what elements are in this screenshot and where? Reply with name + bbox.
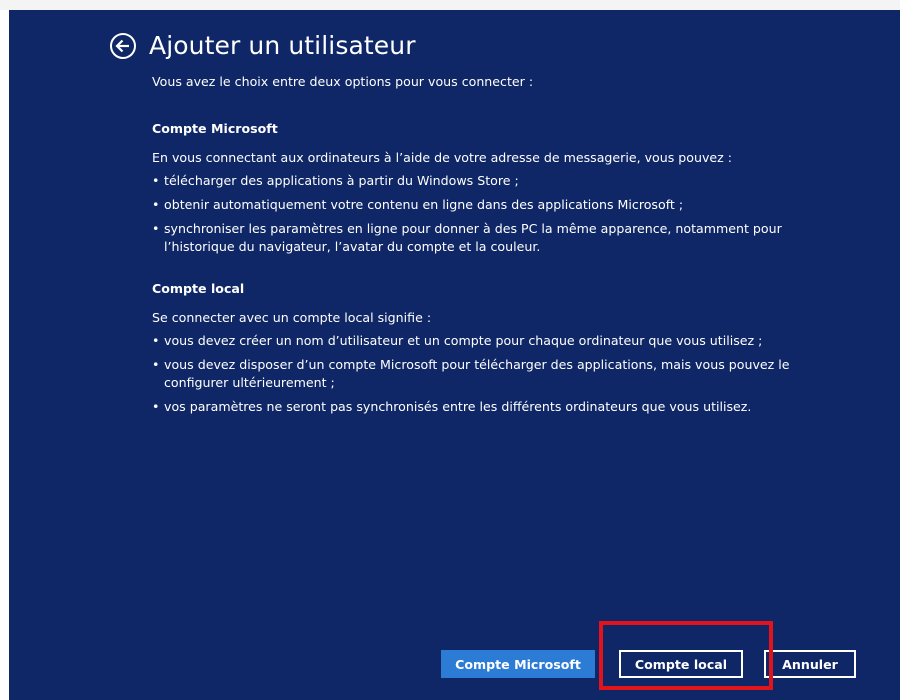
list-item: vos paramètres ne seront pas synchronisé… bbox=[152, 398, 852, 416]
bullet-list: vous devez créer un nom d’utilisateur et… bbox=[152, 332, 852, 416]
list-item: vous devez disposer d’un compte Microsof… bbox=[152, 356, 852, 392]
cancel-button[interactable]: Annuler bbox=[764, 650, 856, 678]
section-description: Se connecter avec un compte local signif… bbox=[152, 310, 432, 325]
top-strip bbox=[0, 0, 900, 10]
list-item: synchroniser les paramètres en ligne pou… bbox=[152, 220, 852, 256]
section-heading: Compte local bbox=[152, 281, 245, 296]
list-item: télécharger des applications à partir du… bbox=[152, 172, 852, 190]
back-arrow-circle-icon[interactable] bbox=[109, 32, 137, 60]
microsoft-account-button[interactable]: Compte Microsoft bbox=[441, 650, 595, 678]
intro-text: Vous avez le choix entre deux options po… bbox=[152, 74, 534, 89]
local-account-section: Compte local Se connecter avec un compte… bbox=[152, 280, 852, 416]
microsoft-account-section: Compte Microsoft En vous connectant aux … bbox=[152, 120, 852, 256]
add-user-dialog: Ajouter un utilisateur Vous avez le choi… bbox=[9, 10, 900, 700]
list-item: vous devez créer un nom d’utilisateur et… bbox=[152, 332, 852, 350]
local-account-button[interactable]: Compte local bbox=[619, 650, 743, 678]
page-title: Ajouter un utilisateur bbox=[149, 31, 416, 60]
bullet-list: télécharger des applications à partir du… bbox=[152, 172, 852, 256]
dialog-header: Ajouter un utilisateur bbox=[109, 32, 416, 60]
section-heading: Compte Microsoft bbox=[152, 121, 278, 136]
list-item: obtenir automatiquement votre contenu en… bbox=[152, 196, 852, 214]
button-bar: Compte Microsoft Compte local Annuler bbox=[9, 650, 900, 678]
dialog-content: Vous avez le choix entre deux options po… bbox=[152, 73, 852, 422]
section-description: En vous connectant aux ordinateurs à l’a… bbox=[152, 150, 733, 165]
